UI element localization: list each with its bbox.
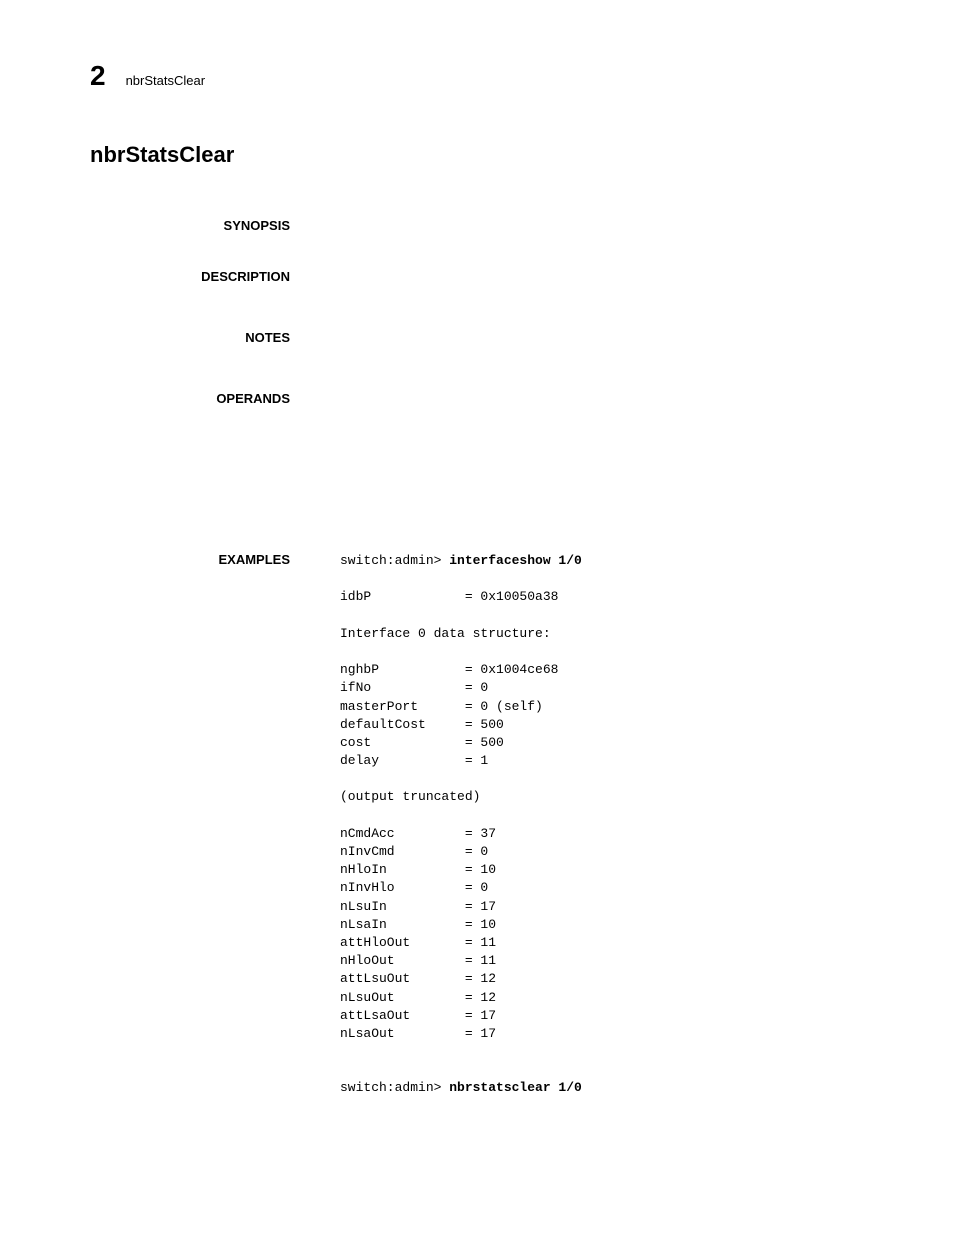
notes-content [340, 330, 894, 345]
section-operands: OPERANDS [90, 391, 894, 406]
chapter-number: 2 [90, 60, 106, 92]
section-description: DESCRIPTION [90, 269, 894, 284]
line2: Interface 0 data structure: [340, 626, 551, 641]
cmd1: interfaceshow 1/0 [449, 553, 582, 568]
line20: attLsaOut = 17 [340, 1008, 496, 1023]
examples-label: EXAMPLES [90, 552, 340, 1098]
section-examples: EXAMPLES switch:admin> interfaceshow 1/0… [90, 552, 894, 1098]
line16: attHloOut = 11 [340, 935, 496, 950]
synopsis-content [340, 218, 894, 233]
notes-label: NOTES [90, 330, 340, 345]
section-synopsis: SYNOPSIS [90, 218, 894, 233]
synopsis-label: SYNOPSIS [90, 218, 340, 233]
line14: nLsuIn = 17 [340, 899, 496, 914]
operands-content [340, 391, 894, 406]
line4: ifNo = 0 [340, 680, 488, 695]
line13: nInvHlo = 0 [340, 880, 488, 895]
line5: masterPort = 0 (self) [340, 699, 543, 714]
page: 2 nbrStatsClear nbrStatsClear SYNOPSIS D… [0, 0, 954, 1164]
line12: nHloIn = 10 [340, 862, 496, 877]
description-content [340, 269, 894, 284]
line9: (output truncated) [340, 789, 480, 804]
line1: idbP = 0x10050a38 [340, 589, 558, 604]
section-notes: NOTES [90, 330, 894, 345]
example-block: switch:admin> interfaceshow 1/0 idbP = 0… [340, 552, 894, 1098]
prompt1: switch:admin> [340, 553, 449, 568]
description-label: DESCRIPTION [90, 269, 340, 284]
line21: nLsaOut = 17 [340, 1026, 496, 1041]
line17: nHloOut = 11 [340, 953, 496, 968]
line10: nCmdAcc = 37 [340, 826, 496, 841]
cmd2: nbrstatsclear 1/0 [449, 1080, 582, 1095]
line19: nLsuOut = 12 [340, 990, 496, 1005]
line15: nLsaIn = 10 [340, 917, 496, 932]
header-text: nbrStatsClear [126, 73, 205, 88]
line11: nInvCmd = 0 [340, 844, 488, 859]
examples-content: switch:admin> interfaceshow 1/0 idbP = 0… [340, 552, 894, 1098]
line18: attLsuOut = 12 [340, 971, 496, 986]
operands-label: OPERANDS [90, 391, 340, 406]
line3: nghbP = 0x1004ce68 [340, 662, 558, 677]
page-header: 2 nbrStatsClear [90, 60, 894, 92]
line6: defaultCost = 500 [340, 717, 504, 732]
line7: cost = 500 [340, 735, 504, 750]
page-title: nbrStatsClear [90, 142, 894, 168]
prompt2: switch:admin> [340, 1080, 449, 1095]
line8: delay = 1 [340, 753, 488, 768]
